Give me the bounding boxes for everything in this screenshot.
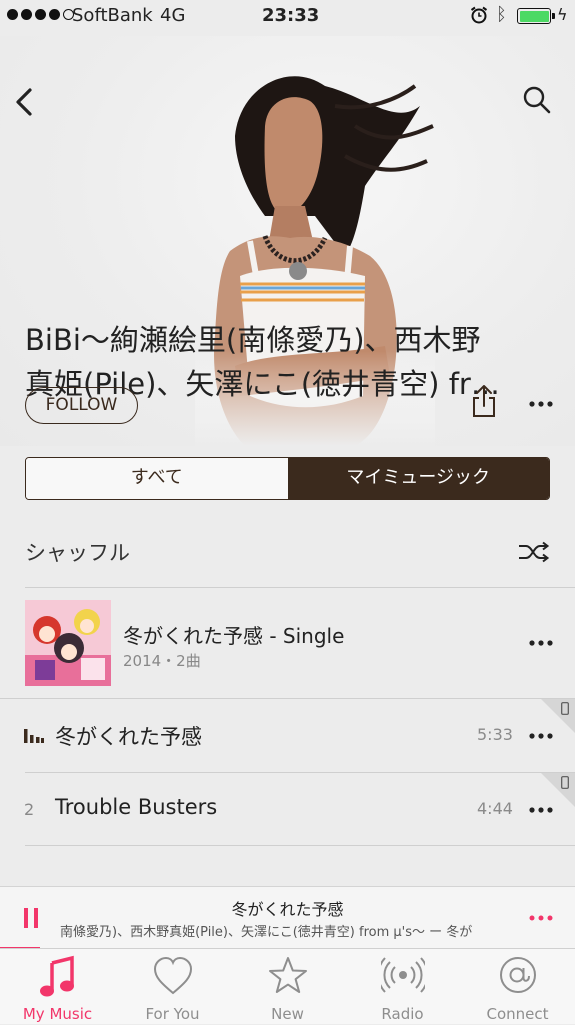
tab-label: My Music: [22, 1005, 93, 1023]
tab-bar: My Music For You New Radio Connect: [0, 948, 575, 1024]
tab-label: Radio: [381, 1005, 424, 1023]
status-bar: SoftBank 4G 23:33 ᛒ ϟ: [0, 0, 575, 36]
shuffle-label: シャッフル: [25, 541, 130, 565]
library-filter-segmented-control: すべて マイミュージック: [25, 457, 550, 500]
segment-my-music[interactable]: マイミュージック: [287, 458, 549, 499]
follow-button[interactable]: FOLLOW: [25, 387, 138, 424]
in-library-badge: [541, 699, 575, 733]
alarm-icon: [470, 6, 488, 24]
charging-icon: ϟ: [557, 5, 568, 24]
tab-label: New: [271, 1005, 304, 1023]
back-button[interactable]: [10, 82, 40, 122]
tab-label: For You: [145, 1005, 200, 1023]
track-duration: 5:33: [477, 725, 513, 744]
track-row[interactable]: 2 Trouble Busters 4:44: [0, 773, 575, 846]
now-playing-more-icon[interactable]: [526, 910, 556, 926]
tab-label: Connect: [486, 1005, 549, 1023]
segment-all[interactable]: すべて: [26, 458, 288, 499]
tab-for-you[interactable]: For You: [115, 949, 230, 1025]
device-icon: [561, 776, 569, 789]
battery-icon: [517, 8, 555, 24]
network-type: 4G: [160, 5, 186, 26]
divider: [25, 845, 575, 846]
device-icon: [561, 702, 569, 715]
more-options-icon[interactable]: [526, 395, 556, 413]
at-sign-icon: [460, 955, 575, 999]
tab-radio[interactable]: Radio: [345, 949, 460, 1025]
track-row[interactable]: 冬がくれた予感 5:33: [0, 699, 575, 772]
album-row[interactable]: 冬がくれた予感 - Single 2014・2曲: [0, 588, 575, 698]
now-playing-subtitle: 南條愛乃)、西木野真姫(Pile)、矢澤にこ(徳井青空) from μ's〜 ー…: [60, 925, 473, 940]
search-icon[interactable]: [522, 84, 552, 116]
mini-player[interactable]: 冬がくれた予感 南條愛乃)、西木野真姫(Pile)、矢澤にこ(徳井青空) fro…: [0, 886, 575, 949]
now-playing-title: 冬がくれた予感: [231, 900, 344, 919]
artist-name-line1: BiBi〜絢瀬絵里(南條愛乃)、西木野: [25, 323, 481, 357]
shuffle-icon: [519, 541, 550, 563]
album-more-icon[interactable]: [526, 634, 556, 652]
tab-my-music[interactable]: My Music: [0, 949, 115, 1025]
status-time: 23:33: [262, 5, 320, 26]
track-duration: 4:44: [477, 799, 513, 818]
track-number: 2: [24, 800, 35, 819]
album-meta: 2014・2曲: [123, 652, 201, 670]
radio-waves-icon: [345, 955, 460, 999]
heart-icon: [115, 955, 230, 999]
signal-strength-icon: [7, 9, 74, 20]
in-library-badge: [541, 773, 575, 807]
album-title: 冬がくれた予感 - Single: [123, 624, 345, 648]
now-playing-indicator-icon: [24, 729, 44, 743]
tab-connect[interactable]: Connect: [460, 949, 575, 1025]
track-title: Trouble Busters: [55, 795, 218, 819]
star-icon: [230, 955, 345, 999]
bluetooth-icon: ᛒ: [496, 4, 507, 25]
music-note-icon: [0, 955, 115, 999]
track-title: 冬がくれた予感: [55, 725, 202, 749]
shuffle-row[interactable]: シャッフル: [0, 525, 575, 587]
carrier-name: SoftBank: [72, 5, 153, 26]
tab-new[interactable]: New: [230, 949, 345, 1025]
share-icon[interactable]: [470, 384, 498, 418]
album-artwork: [25, 600, 111, 686]
